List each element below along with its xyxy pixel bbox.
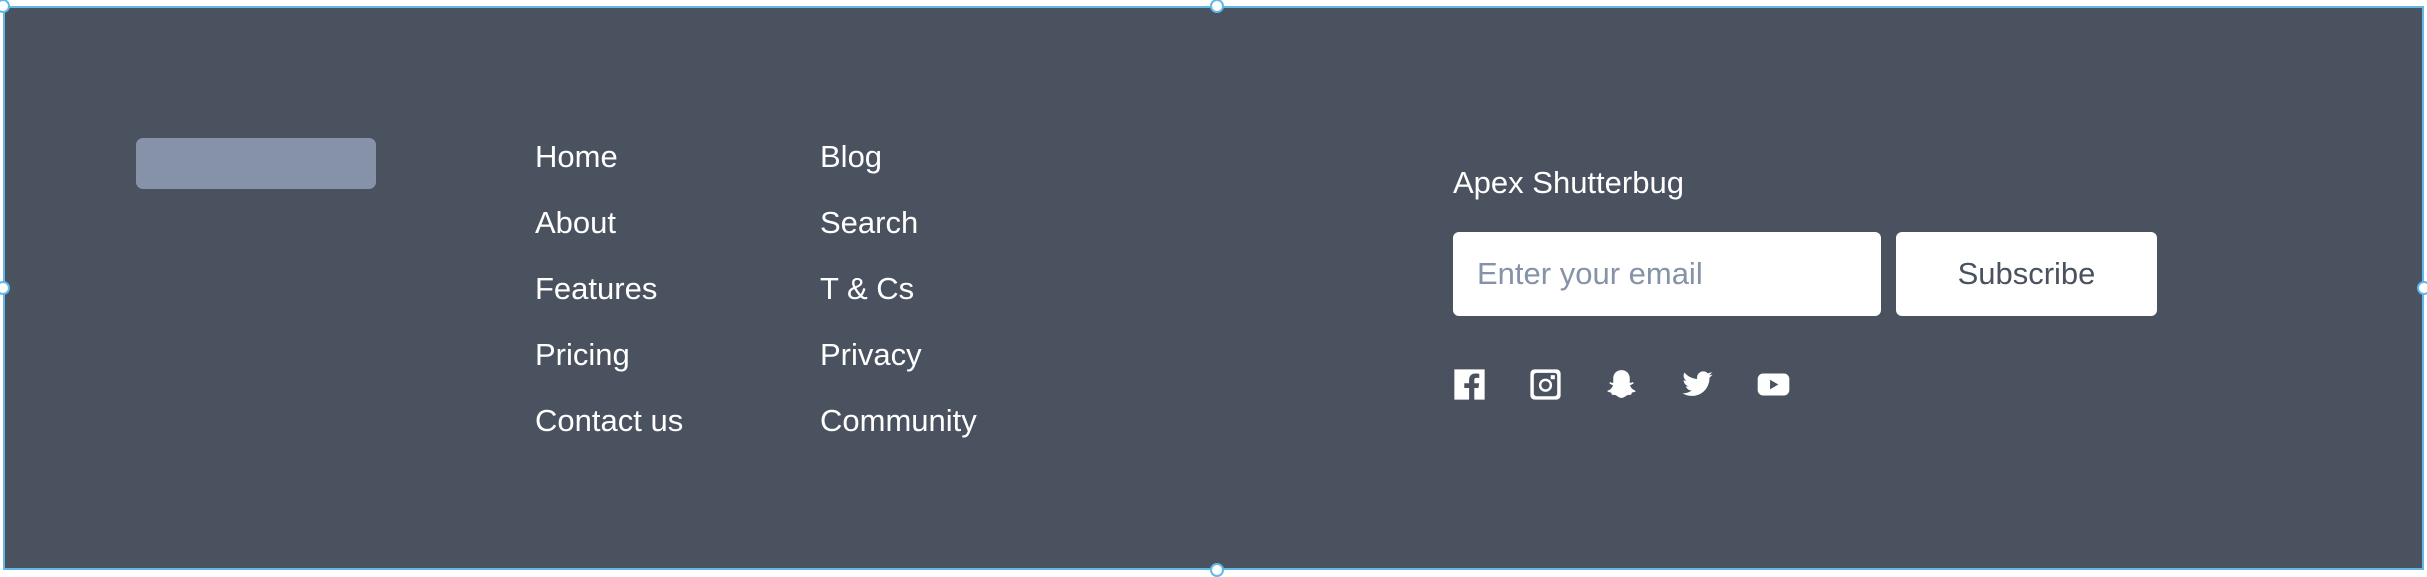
site-footer: Home About Features Pricing Contact us B… bbox=[3, 6, 2424, 570]
subscribe-button[interactable]: Subscribe bbox=[1896, 232, 2157, 316]
resize-handle-middle-right[interactable] bbox=[2417, 281, 2427, 295]
snapchat-icon[interactable] bbox=[1605, 368, 1638, 401]
footer-nav-column-1: Home About Features Pricing Contact us bbox=[535, 134, 683, 464]
footer-link-blog[interactable]: Blog bbox=[820, 134, 977, 200]
footer-link-home[interactable]: Home bbox=[535, 134, 683, 200]
footer-link-terms[interactable]: T & Cs bbox=[820, 266, 977, 332]
youtube-icon[interactable] bbox=[1757, 368, 1790, 401]
logo-placeholder[interactable] bbox=[136, 138, 376, 189]
footer-link-community[interactable]: Community bbox=[820, 398, 977, 464]
brand-name: Apex Shutterbug bbox=[1453, 165, 1684, 200]
resize-handle-bottom-center[interactable] bbox=[1210, 563, 1224, 577]
footer-link-search[interactable]: Search bbox=[820, 200, 977, 266]
footer-link-privacy[interactable]: Privacy bbox=[820, 332, 977, 398]
footer-link-about[interactable]: About bbox=[535, 200, 683, 266]
twitter-icon[interactable] bbox=[1681, 368, 1714, 401]
instagram-icon[interactable] bbox=[1529, 368, 1562, 401]
footer-nav-column-2: Blog Search T & Cs Privacy Community bbox=[820, 134, 977, 464]
facebook-icon[interactable] bbox=[1453, 368, 1486, 401]
footer-link-features[interactable]: Features bbox=[535, 266, 683, 332]
email-input[interactable] bbox=[1453, 232, 1881, 316]
footer-link-pricing[interactable]: Pricing bbox=[535, 332, 683, 398]
footer-link-contact-us[interactable]: Contact us bbox=[535, 398, 683, 464]
social-links bbox=[1453, 368, 1790, 401]
